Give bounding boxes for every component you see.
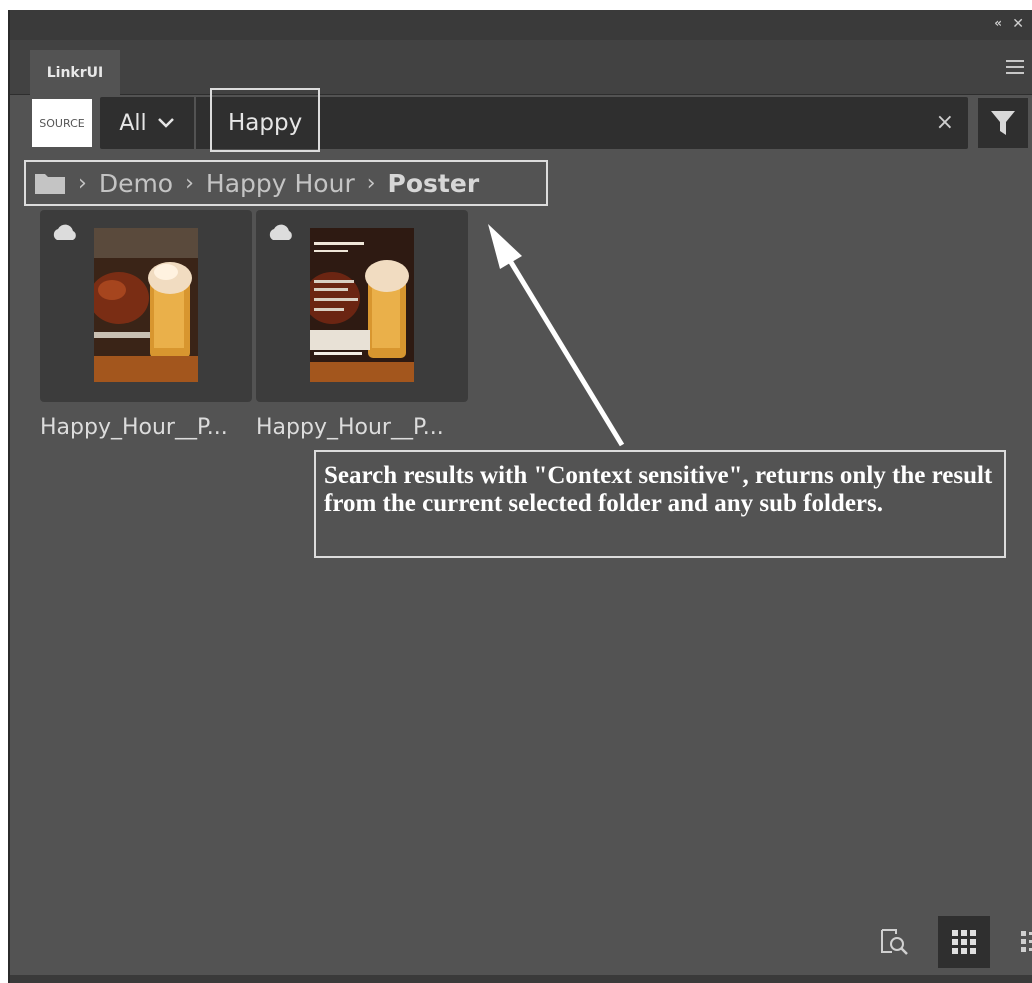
chevron-down-icon — [157, 118, 174, 128]
breadcrumb-item-demo[interactable]: Demo — [99, 169, 173, 198]
panel-tab-bar: LinkrUI — [10, 40, 1032, 95]
filter-icon — [991, 111, 1015, 135]
panel-top-strip: « ✕ — [10, 10, 1032, 40]
linkrui-panel: « ✕ LinkrUI SOURCE All Happy × › Demo › … — [8, 10, 1032, 983]
filter-button[interactable] — [978, 98, 1028, 148]
search-input[interactable]: Happy — [228, 97, 302, 149]
asset-card[interactable] — [40, 210, 252, 402]
view-toolbar — [868, 916, 1032, 968]
close-panel-icon[interactable]: ✕ — [1012, 16, 1024, 32]
tab-linkrui[interactable]: LinkrUI — [30, 50, 120, 95]
cloud-icon — [53, 224, 76, 240]
asset-caption: Happy_Hour__P... — [256, 415, 444, 440]
list-view-icon — [1021, 931, 1032, 952]
breadcrumb-item-poster: Poster — [387, 168, 480, 198]
search-bar: All Happy × — [100, 88, 968, 152]
panel-menu-icon[interactable] — [1006, 60, 1024, 74]
cloud-icon — [269, 224, 292, 240]
breadcrumb: › Demo › Happy Hour › Poster — [34, 162, 479, 204]
preview-search-icon — [881, 929, 908, 955]
asset-card[interactable] — [256, 210, 468, 402]
breadcrumb-item-happy-hour[interactable]: Happy Hour — [206, 169, 355, 198]
list-view-button[interactable] — [1008, 916, 1032, 968]
annotation-callout: Search results with "Context sensitive",… — [314, 450, 1006, 558]
source-logo: SOURCE — [32, 99, 92, 147]
preview-search-button[interactable] — [868, 916, 920, 968]
scope-label: All — [119, 110, 147, 136]
folder-icon[interactable] — [34, 171, 66, 195]
poster-thumbnail — [310, 228, 414, 382]
grid-view-icon — [952, 930, 976, 954]
clear-search-icon[interactable]: × — [936, 97, 954, 149]
breadcrumb-separator: › — [78, 170, 87, 196]
asset-caption: Happy_Hour__P... — [40, 415, 228, 440]
grid-view-button[interactable] — [938, 916, 990, 968]
panel-bottom-strip — [10, 975, 1032, 983]
collapse-panel-icon[interactable]: « — [994, 16, 1002, 30]
poster-thumbnail — [94, 228, 198, 382]
scope-dropdown[interactable]: All — [100, 97, 196, 149]
breadcrumb-separator: › — [185, 170, 194, 196]
breadcrumb-separator: › — [366, 170, 376, 196]
